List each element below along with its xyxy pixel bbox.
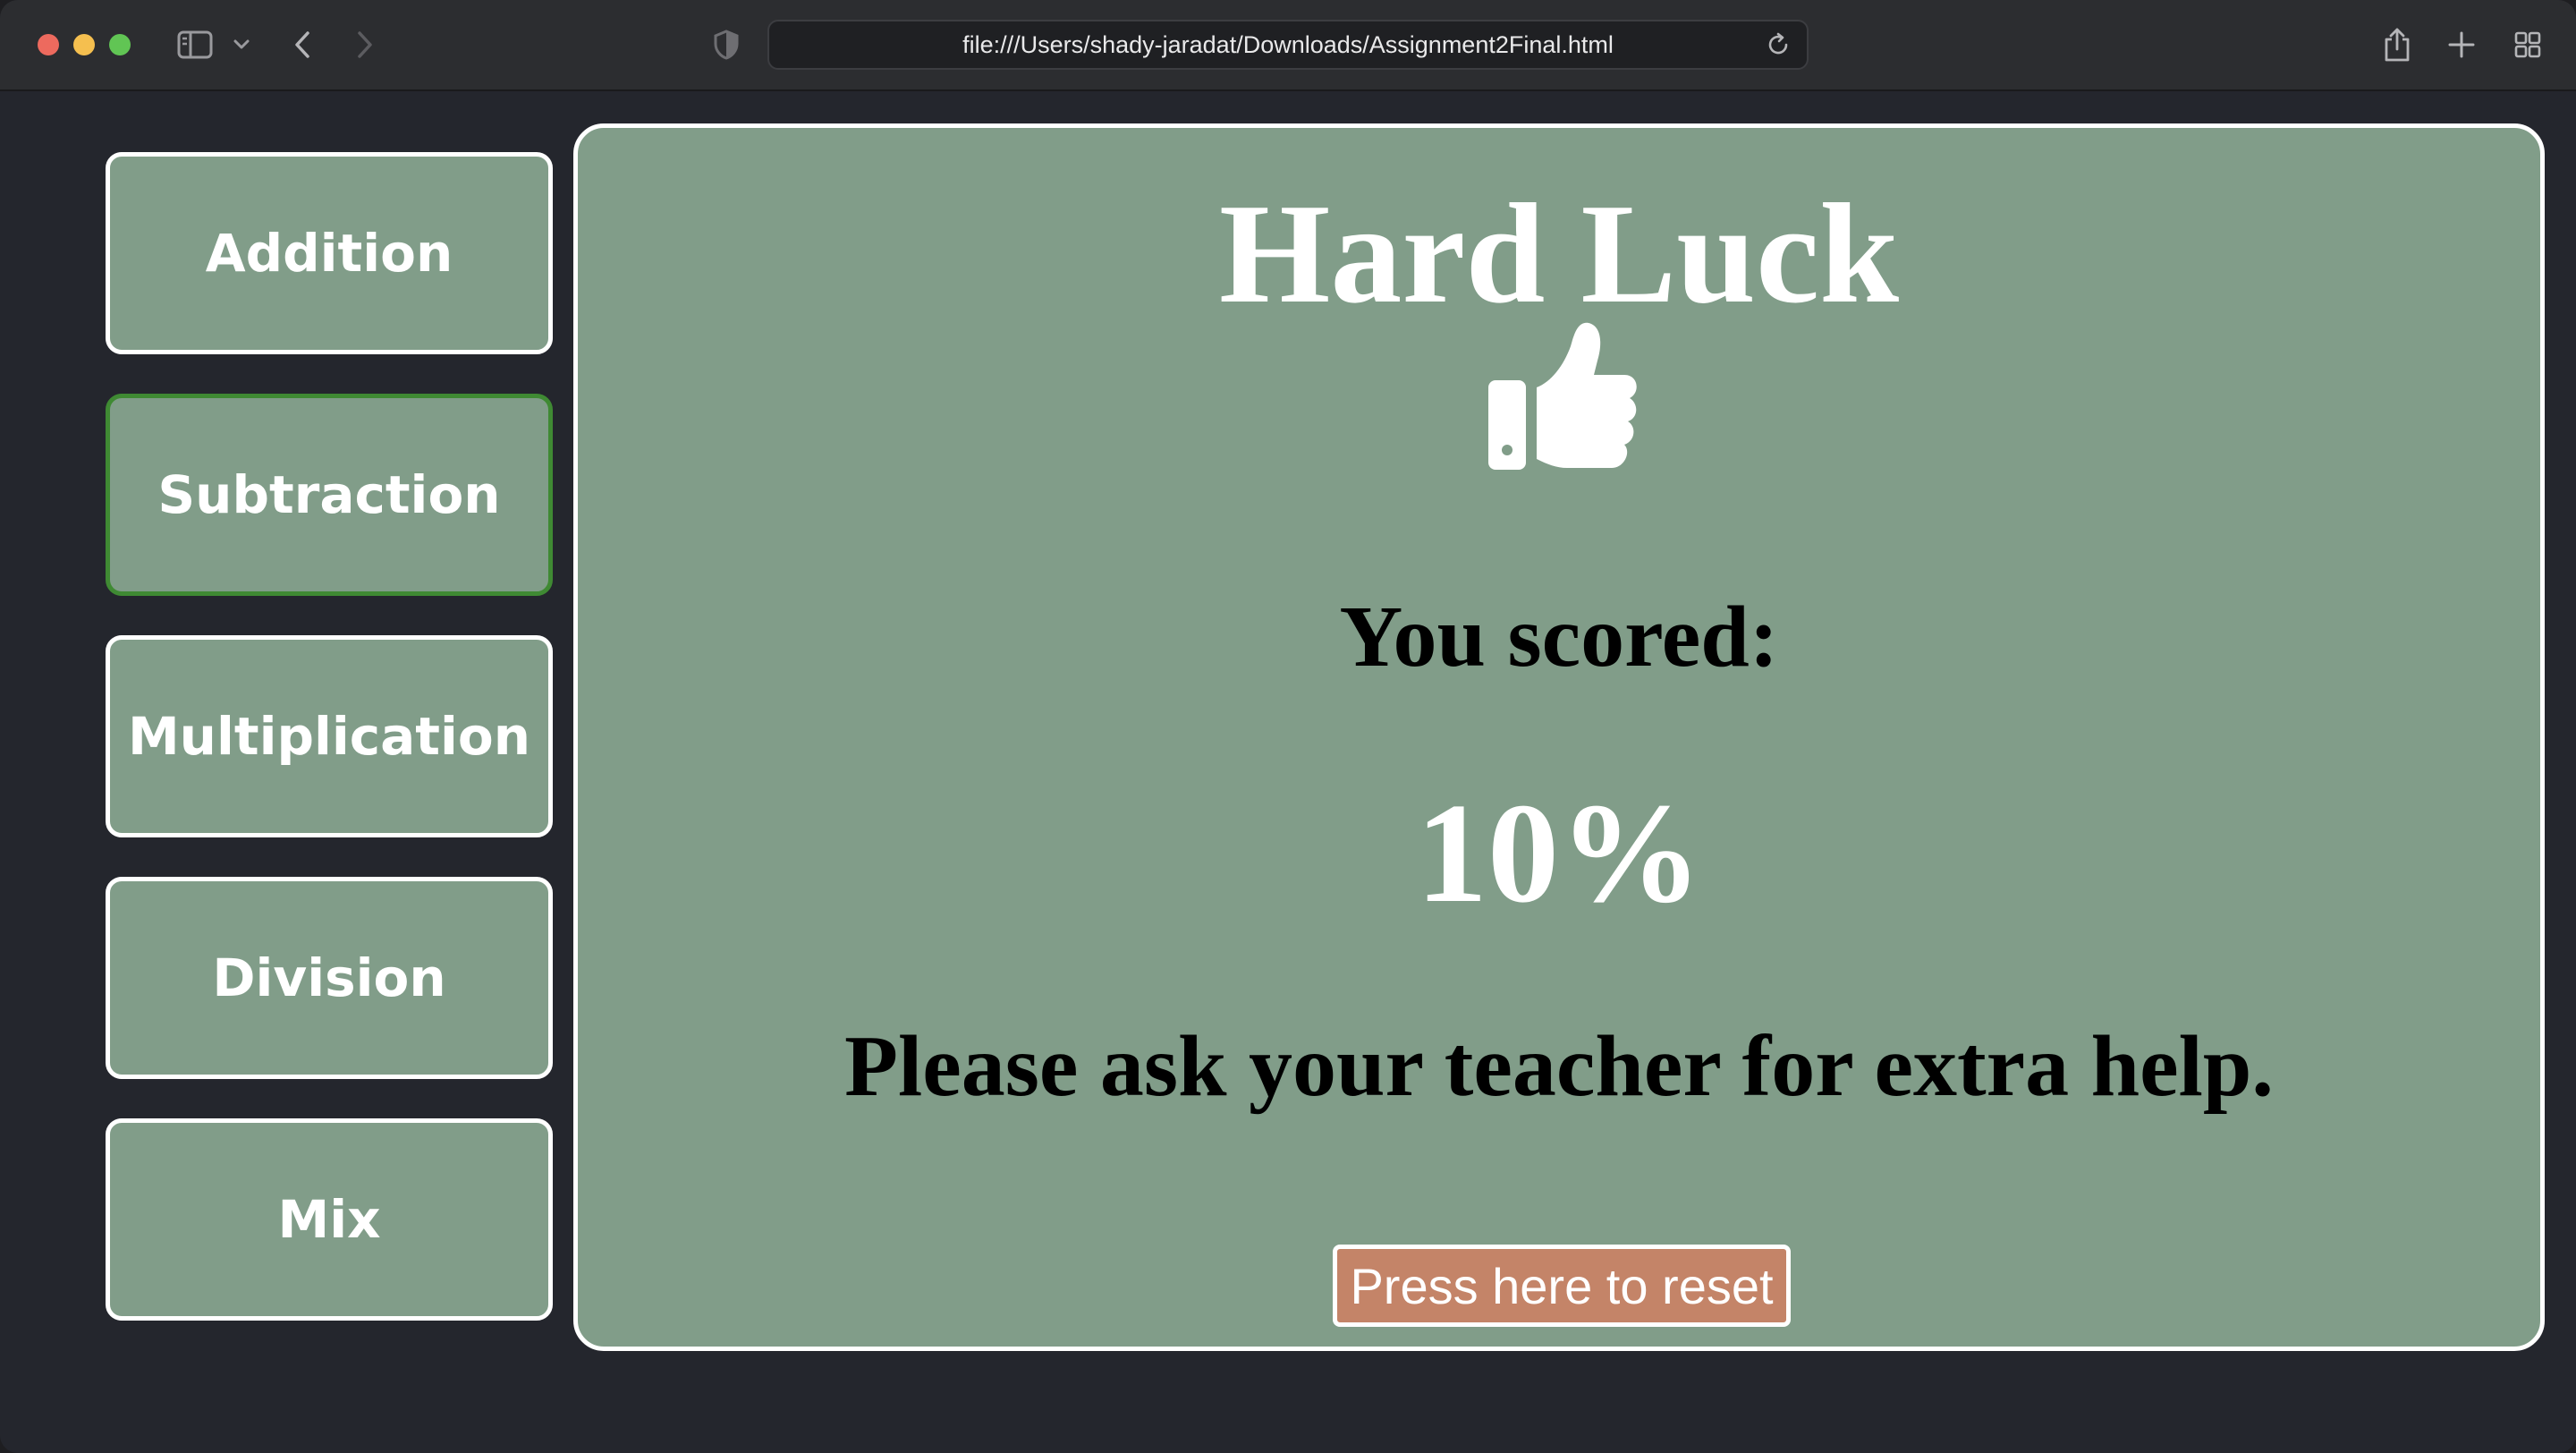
browser-window: file:///Users/shady-jaradat/Downloads/As… — [0, 0, 2576, 1453]
chevron-down-icon[interactable] — [229, 23, 254, 66]
nav-mix-button[interactable]: Mix — [106, 1118, 553, 1321]
nav-subtraction-button[interactable]: Subtraction — [106, 394, 553, 596]
url-text: file:///Users/shady-jaradat/Downloads/As… — [962, 30, 1614, 58]
address-bar[interactable]: file:///Users/shady-jaradat/Downloads/As… — [767, 20, 1809, 70]
reload-icon[interactable] — [1762, 29, 1794, 61]
page-content: Addition Subtraction Multiplication Divi… — [0, 91, 2576, 1453]
score-value: 10% — [1416, 773, 1702, 932]
zoom-window-button[interactable] — [109, 34, 131, 55]
result-title: Hard Luck — [1218, 174, 1900, 333]
reset-button[interactable]: Press here to reset — [1333, 1245, 1791, 1327]
nav-division-button[interactable]: Division — [106, 877, 553, 1079]
thumbs-up-icon — [1481, 316, 1642, 477]
result-panel: Hard Luck You scored: 10% Please ask you… — [573, 123, 2545, 1351]
sidebar-icon[interactable] — [174, 23, 216, 66]
share-icon[interactable] — [2379, 23, 2415, 66]
new-tab-icon[interactable] — [2444, 23, 2479, 66]
tab-overview-icon[interactable] — [2510, 23, 2546, 66]
close-window-button[interactable] — [38, 34, 59, 55]
back-icon[interactable] — [288, 23, 317, 66]
minimize-window-button[interactable] — [73, 34, 95, 55]
help-message: Please ask your teacher for extra help. — [844, 1018, 2274, 1115]
shield-icon[interactable] — [712, 23, 741, 66]
forward-icon[interactable] — [351, 23, 379, 66]
browser-toolbar: file:///Users/shady-jaradat/Downloads/As… — [0, 0, 2576, 91]
nav-multiplication-button[interactable]: Multiplication — [106, 635, 553, 837]
nav-addition-button[interactable]: Addition — [106, 152, 553, 354]
scored-label: You scored: — [1339, 589, 1779, 685]
